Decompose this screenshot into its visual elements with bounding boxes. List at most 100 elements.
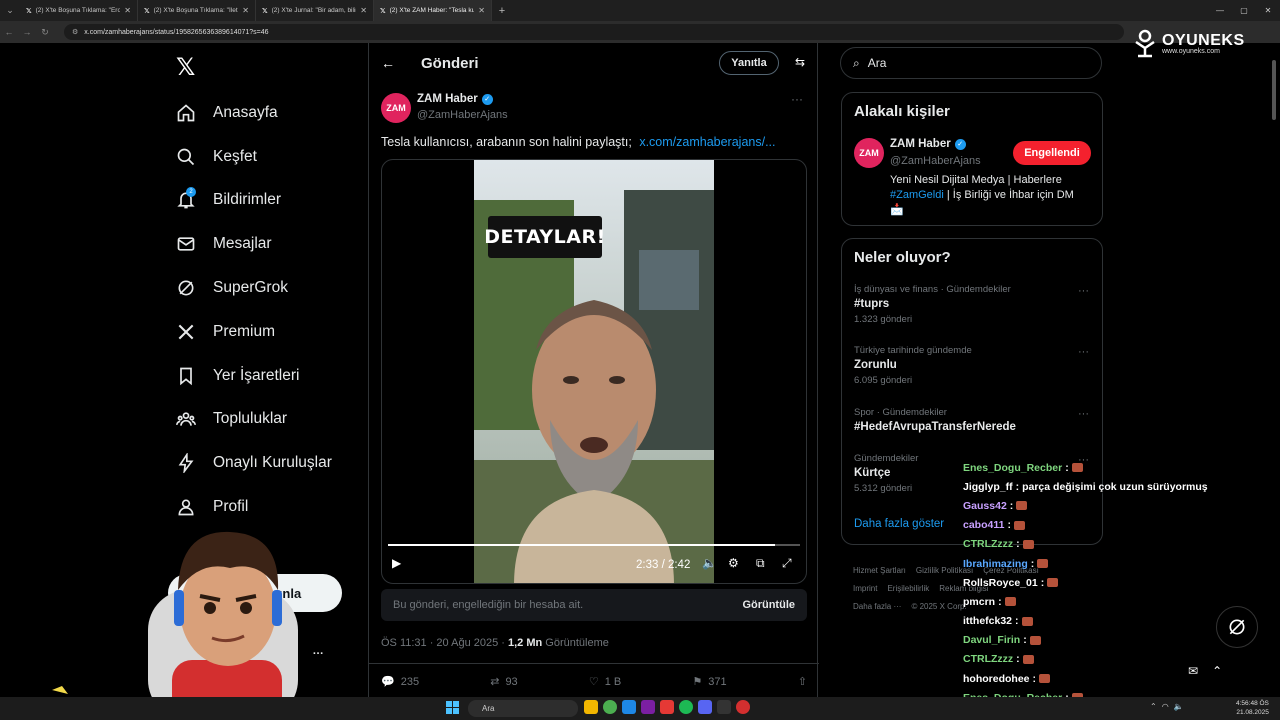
author-handle[interactable]: @ZamHaberAjans — [417, 109, 508, 121]
sidebar-item-home[interactable]: Anasayfa — [176, 91, 332, 135]
app-icon[interactable] — [641, 700, 655, 714]
taskbar-clock[interactable]: 4:56:48 ÖS 21.08.2025 — [1236, 699, 1269, 717]
tab-close-icon[interactable]: ✕ — [360, 6, 367, 15]
view-button[interactable]: Görüntüle — [742, 599, 795, 611]
expand-chevron-icon[interactable]: ⌃ — [1212, 664, 1222, 678]
tab-close-icon[interactable]: ✕ — [242, 6, 249, 15]
chat-username[interactable]: Jigglyp_ff — [963, 481, 1013, 493]
compose-message-icon[interactable]: ✉ — [1188, 664, 1198, 678]
reload-icon[interactable]: ↻ — [36, 27, 54, 38]
trend-item[interactable]: Türkiye tarihinde gündemde Zorunlu 6.095… — [854, 345, 972, 386]
post-timestamp[interactable]: ÖS 11:31 · 20 Ağu 2025 · — [381, 637, 508, 649]
chrome-icon[interactable] — [603, 700, 617, 714]
fullscreen-icon[interactable]: ⤢ — [782, 556, 792, 571]
back-nav-icon[interactable]: ← — [0, 27, 18, 37]
volume-icon[interactable]: 🔈 — [1174, 702, 1184, 711]
wifi-icon[interactable]: ◠ — [1162, 702, 1169, 711]
sidebar-item-verified-orgs[interactable]: Onaylı Kuruluşlar — [176, 441, 332, 485]
chat-username[interactable]: Ibrahimazing — [963, 558, 1028, 570]
browser-tab[interactable]: 𝕏 (2) X'te Boşuna Tıklama: "İletişi ✕ — [138, 0, 256, 21]
bio-hashtag[interactable]: #ZamGeldi — [890, 189, 944, 201]
more-options-icon[interactable]: ··· — [1078, 285, 1089, 297]
more-icon[interactable]: ··· — [313, 648, 324, 660]
minimize-icon[interactable]: — — [1208, 0, 1232, 21]
reply-button[interactable]: Yanıtla — [719, 51, 779, 75]
app-icon[interactable] — [660, 700, 674, 714]
bookmark-action[interactable]: ⚑ 371 — [692, 675, 726, 689]
chat-username[interactable]: Gauss42 — [963, 500, 1007, 512]
chevron-up-icon[interactable]: ⌃ — [1150, 702, 1157, 711]
taskbar-search[interactable]: Ara — [468, 700, 578, 717]
video-player[interactable]: DETAYLAR! ▶ 2:33 / 2:42 🔈 ⚙ ⧉ ⤢ — [381, 159, 807, 584]
edge-icon[interactable] — [622, 700, 636, 714]
show-more-link[interactable]: Daha fazla göster — [854, 518, 944, 530]
spotify-icon[interactable] — [679, 700, 693, 714]
tab-search-icon[interactable]: ⌄ — [0, 0, 20, 21]
x-logo-icon[interactable]: 𝕏 — [176, 53, 195, 82]
author-name[interactable]: ZAM Haber ✓ — [417, 93, 493, 105]
sidebar-item-communities[interactable]: Topluluklar — [176, 398, 332, 442]
avatar[interactable]: ZAM — [381, 93, 411, 123]
chat-username[interactable]: CTRLZzzz — [963, 538, 1013, 550]
picture-in-picture-icon[interactable]: ⧉ — [756, 556, 765, 571]
system-tray[interactable]: ⌃ ◠ 🔈 — [1150, 702, 1184, 711]
trend-item[interactable]: Spor · Gündemdekiler #HedefAvrupaTransfe… — [854, 407, 1016, 433]
sidebar-item-notifications[interactable]: 2 Bildirimler — [176, 179, 332, 223]
site-info-icon[interactable]: ⚙ — [72, 28, 78, 36]
reply-action[interactable]: 💬 235 — [381, 675, 419, 689]
tab-close-icon[interactable]: ✕ — [124, 6, 131, 15]
search-input[interactable]: ⌕ Ara — [840, 47, 1102, 79]
more-options-icon[interactable]: ··· — [791, 92, 803, 106]
url-field[interactable]: ⚙ x.com/zamhaberajans/status/19582656363… — [64, 24, 1124, 40]
trend-item[interactable]: Gündemdekiler Kürtçe 5.312 gönderi — [854, 453, 918, 494]
sidebar-item-bookmarks[interactable]: Yer İşaretleri — [176, 354, 332, 398]
grok-floating-button[interactable] — [1216, 606, 1258, 648]
more-options-icon[interactable]: ··· — [1078, 408, 1089, 420]
forward-nav-icon[interactable]: → — [18, 27, 36, 37]
sidebar-item-messages[interactable]: Mesajlar — [176, 222, 332, 266]
maximize-icon[interactable]: ▢ — [1232, 0, 1256, 21]
chat-username[interactable]: Davul_Firin — [963, 634, 1020, 646]
scrollbar-thumb[interactable] — [1272, 60, 1276, 120]
footer-link[interactable]: Hizmet Şartları — [853, 566, 906, 575]
browser-tab-active[interactable]: 𝕏 (2) X'te ZAM Haber: "Tesla kull ✕ — [374, 0, 492, 21]
new-tab-icon[interactable]: + — [492, 5, 512, 17]
chat-username[interactable]: hohoredohee — [963, 673, 1030, 685]
windows-start-icon[interactable] — [446, 701, 459, 714]
tab-close-icon[interactable]: ✕ — [478, 6, 485, 15]
app-icon[interactable] — [736, 700, 750, 714]
file-explorer-icon[interactable] — [584, 700, 598, 714]
repost-action[interactable]: ⇄ 93 — [490, 675, 517, 689]
volume-icon[interactable]: 🔈 — [702, 556, 717, 570]
back-arrow-icon[interactable]: ← — [381, 55, 395, 71]
app-icon[interactable] — [717, 700, 731, 714]
messages-drawer[interactable]: ✉ ⌃ — [1188, 664, 1222, 678]
sidebar-item-premium[interactable]: Premium — [176, 310, 332, 354]
discord-icon[interactable] — [698, 700, 712, 714]
tweet-link[interactable]: x.com/zamhaberajans/... — [639, 135, 775, 149]
chat-username[interactable]: CTRLZzzz — [963, 653, 1013, 665]
chat-username[interactable]: RollsRoyce_01 — [963, 577, 1038, 589]
settings-icon[interactable]: ⚙ — [728, 556, 739, 570]
trend-item[interactable]: İş dünyası ve finans · Gündemdekiler #tu… — [854, 284, 1011, 325]
more-options-icon[interactable]: ··· — [1078, 346, 1089, 358]
close-window-icon[interactable]: ✕ — [1256, 0, 1280, 21]
browser-tab[interactable]: 𝕏 (2) X'te Jurnal: "Bir adam, bilinc ✕ — [256, 0, 374, 21]
blocked-button[interactable]: Engellendi — [1013, 141, 1091, 165]
avatar[interactable]: ZAM — [854, 138, 884, 168]
filter-icon[interactable]: ⇆ — [795, 55, 805, 69]
share-action[interactable]: ⇧ — [798, 675, 807, 688]
video-progress-bar[interactable] — [388, 544, 800, 546]
footer-link[interactable]: Daha fazla ··· — [853, 602, 901, 611]
chat-username[interactable]: Enes_Dogu_Recber — [963, 462, 1062, 474]
chat-username[interactable]: cabo411 — [963, 519, 1004, 531]
related-handle[interactable]: @ZamHaberAjans — [890, 155, 981, 167]
related-name[interactable]: ZAM Haber ✓ — [890, 138, 966, 150]
like-action[interactable]: ♡ 1 B — [589, 675, 621, 689]
play-icon[interactable]: ▶ — [392, 556, 401, 570]
chat-username[interactable]: pmcrn — [963, 596, 995, 608]
footer-link[interactable]: Erişilebilirlik — [887, 584, 929, 593]
chat-username[interactable]: itthefck32 — [963, 615, 1012, 627]
sidebar-item-explore[interactable]: Keşfet — [176, 135, 332, 179]
sidebar-item-supergrok[interactable]: SuperGrok — [176, 266, 332, 310]
